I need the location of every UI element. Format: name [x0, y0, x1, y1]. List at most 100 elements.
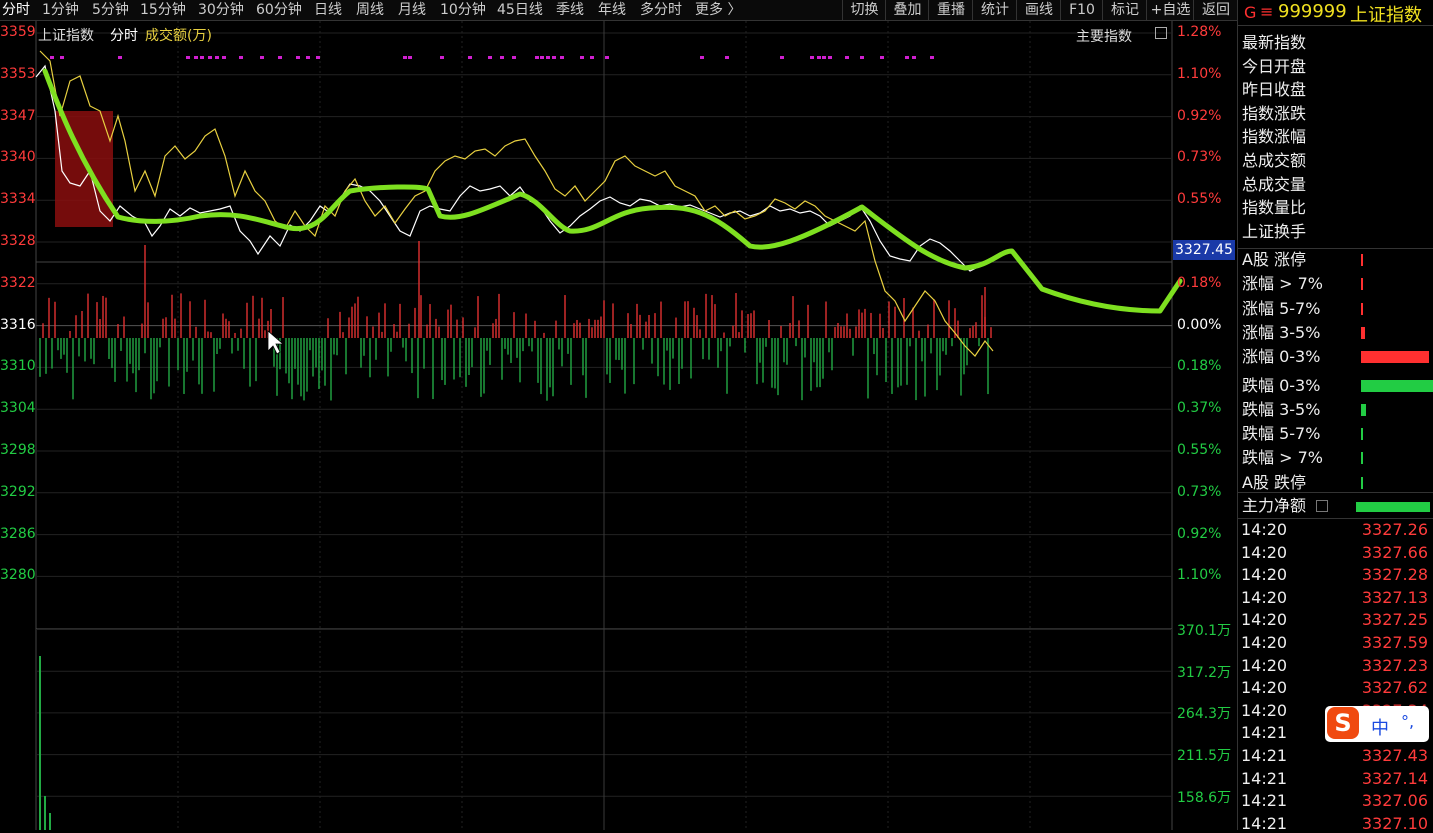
period-tab[interactable]: 60分钟 — [256, 0, 302, 20]
toolbar-button[interactable]: 标记 — [1102, 0, 1147, 20]
chart-mode-label: 分时 — [110, 28, 138, 44]
toolbar-button[interactable]: 返回 — [1193, 0, 1238, 20]
toolbar-button[interactable]: 叠加 — [885, 0, 929, 20]
signal-marker — [403, 56, 407, 59]
signal-marker — [118, 56, 122, 59]
price-axis-tick: 3310 — [0, 358, 36, 375]
toolbar-button[interactable]: 画线 — [1016, 0, 1061, 20]
period-tab[interactable]: 10分钟 — [440, 0, 486, 20]
toolbar-button[interactable]: 切换 — [842, 0, 886, 20]
toolbar-button[interactable]: F10 — [1060, 0, 1103, 20]
signal-marker — [316, 56, 320, 59]
main-index-label[interactable]: 主要指数 — [1076, 26, 1132, 46]
volume-axis-tick: 211.5万 — [1177, 748, 1232, 765]
ime-punctuation-toggle[interactable]: °, — [1401, 712, 1414, 731]
signal-marker — [817, 56, 821, 59]
volume-axis-tick: 158.6万 — [1177, 789, 1232, 806]
signal-marker — [912, 56, 916, 59]
period-tab[interactable]: 季线 — [556, 0, 584, 20]
period-tab[interactable]: 日线 — [314, 0, 342, 20]
period-tab[interactable]: 30分钟 — [198, 0, 244, 20]
chart-index-name: 上证指数 — [38, 28, 94, 44]
period-tab[interactable]: 更多 〉 — [695, 0, 741, 20]
stat-label: 最新指数 — [1242, 33, 1307, 52]
stat-label: 总成交量 — [1242, 174, 1307, 194]
signal-marker — [296, 56, 300, 59]
trade-time: 14:20 — [1241, 700, 1288, 720]
toolbar-button[interactable]: 重播 — [928, 0, 973, 20]
signal-marker — [540, 56, 544, 59]
breadth-label: 涨幅 5-7% — [1242, 298, 1321, 318]
pct-axis-tick: 0.37% — [1177, 400, 1222, 417]
signal-marker — [440, 56, 444, 59]
period-tab[interactable]: 15分钟 — [140, 0, 186, 20]
intraday-chart[interactable]: 上证指数 分时 成交额(万) 主要指数 3327.45 3359 3353 3347… — [0, 21, 1237, 830]
breadth-bar — [1361, 351, 1429, 364]
period-tab[interactable]: 多分时 — [640, 0, 682, 20]
price-axis-tick: 3328 — [0, 233, 36, 249]
period-tab[interactable]: 45日线 — [497, 0, 543, 20]
period-tab[interactable]: 月线 — [398, 0, 426, 20]
opening-range-box — [55, 111, 113, 227]
signal-marker — [512, 56, 516, 59]
trade-time: 14:20 — [1241, 565, 1288, 585]
signal-marker — [590, 56, 594, 59]
signal-marker — [408, 56, 412, 59]
breadth-bar — [1361, 302, 1363, 315]
breadth-bar — [1361, 278, 1363, 291]
signal-marker — [810, 56, 814, 59]
trade-time: 14:20 — [1241, 678, 1288, 698]
price-axis-tick: 3347 — [0, 107, 36, 124]
signal-marker — [546, 56, 550, 59]
signal-marker — [488, 56, 492, 59]
panel-toggle-icon[interactable] — [1155, 27, 1167, 39]
period-tab[interactable]: 周线 — [356, 0, 384, 20]
ime-language-toggle[interactable]: 中 — [1371, 714, 1389, 740]
chart-canvas[interactable] — [0, 21, 1237, 830]
stat-label: 指数量比 — [1242, 198, 1307, 218]
price-axis-tick: 3280 — [0, 567, 36, 584]
pct-axis-tick: 0.18% — [1177, 358, 1222, 375]
chart-indicator-label[interactable]: 成交额(万) — [145, 25, 212, 45]
breadth-label: 涨幅 > 7% — [1242, 274, 1323, 294]
price-axis-tick: 3322 — [0, 274, 36, 291]
price-axis-tick: 3286 — [0, 525, 36, 542]
pct-axis-tick: 0.73% — [1177, 149, 1222, 166]
breadth-bar — [1361, 403, 1366, 416]
price-axis-tick: 3340 — [0, 149, 36, 166]
breadth-label: 涨幅 0-3% — [1242, 347, 1321, 367]
price-axis-tick: 3298 — [0, 442, 36, 458]
period-tab[interactable]: 分时 — [2, 0, 30, 20]
trade-price: 3327.28 — [1361, 565, 1428, 585]
signal-marker — [239, 56, 243, 59]
signal-marker — [500, 56, 504, 59]
trade-price: 3327.66 — [1361, 542, 1428, 562]
breadth-label: A股 涨停 — [1242, 250, 1307, 269]
ime-logo-icon[interactable]: S — [1327, 707, 1359, 739]
price-axis-tick: 3316 — [0, 316, 36, 333]
price-axis-tick: 3359 — [0, 24, 36, 40]
pct-axis-tick: 0.55% — [1177, 191, 1222, 208]
pct-axis-tick: 0.73% — [1177, 483, 1222, 500]
breadth-label: 跌幅 0-3% — [1242, 375, 1321, 395]
period-tab[interactable]: 5分钟 — [92, 0, 129, 20]
trade-time: 14:21 — [1241, 791, 1288, 811]
signal-marker — [780, 56, 784, 59]
trade-time: 14:20 — [1241, 587, 1288, 607]
toolbar-button[interactable]: 统计 — [972, 0, 1017, 20]
ime-toolbar[interactable]: S 中 °, — [1325, 706, 1429, 742]
signal-marker — [215, 56, 219, 59]
signal-marker — [194, 56, 198, 59]
breadth-label: 跌幅 3-5% — [1242, 399, 1321, 419]
main-flow-menu-icon[interactable] — [1316, 500, 1328, 512]
menu-icon[interactable]: ≡ — [1260, 2, 1273, 21]
period-tab[interactable]: 1分钟 — [42, 0, 79, 20]
breadth-label: 跌幅 5-7% — [1242, 424, 1321, 444]
toolbar-button[interactable]: +自选 — [1146, 0, 1194, 20]
period-tab[interactable]: 年线 — [598, 0, 626, 20]
trade-price: 3327.25 — [1361, 610, 1428, 630]
signal-marker — [50, 56, 54, 59]
signal-marker — [468, 56, 472, 59]
signal-marker — [222, 56, 226, 59]
signal-marker — [580, 56, 584, 59]
